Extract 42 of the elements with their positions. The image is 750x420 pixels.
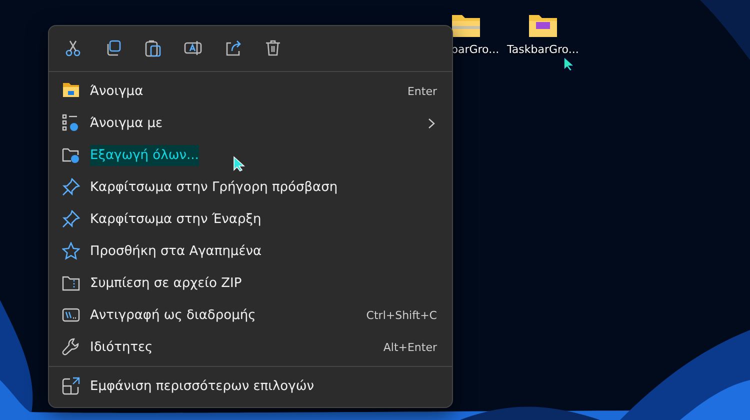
clipboard-icon <box>144 39 162 57</box>
item-label: Καρφίτσωμα στην Έναρξη <box>90 210 262 228</box>
menu-item[interactable]: Αντιγραφή ως διαδρομής Ctrl+Shift+C <box>49 299 452 331</box>
wrench-icon <box>62 338 80 356</box>
star-icon <box>62 242 80 260</box>
file-name: TaskbarGro... <box>507 43 579 56</box>
item-label: Άνοιγμα με <box>90 114 163 132</box>
menu-item[interactable]: Καρφίτσωμα στην Έναρξη <box>49 203 452 235</box>
item-label: Αντιγραφή ως διαδρομής <box>90 306 256 324</box>
trash-icon <box>264 39 282 57</box>
item-label: Καρφίτσωμα στην Γρήγορη πρόσβαση <box>90 178 338 196</box>
pin-icon <box>62 178 80 196</box>
menu-item[interactable]: Ιδιότητες Alt+Enter <box>49 331 452 363</box>
menu-item[interactable]: Εξαγωγή όλων... <box>49 139 452 171</box>
item-label: Εμφάνιση περισσότερων επιλογών <box>90 378 314 396</box>
folder-icon <box>62 82 80 98</box>
zip-folder-icon <box>62 274 80 292</box>
item-label: Άνοιγμα <box>90 82 144 100</box>
item-label: Εξαγωγή όλων... <box>90 144 199 166</box>
menu-item[interactable]: Εμφάνιση περισσότερων επιλογών <box>49 370 452 402</box>
item-label: Προσθήκη στα Αγαπημένα <box>90 242 262 260</box>
share-icon <box>224 39 242 57</box>
pin-icon <box>62 210 80 228</box>
expand-icon <box>62 377 80 395</box>
scissors-icon <box>64 39 82 57</box>
rename-icon <box>184 39 202 57</box>
menu-item[interactable]: Άνοιγμα Enter <box>49 75 452 107</box>
menu-item[interactable]: Καρφίτσωμα στην Γρήγορη πρόσβαση <box>49 171 452 203</box>
shortcut-text: Ctrl+Shift+C <box>366 308 437 322</box>
pointer-icon <box>563 56 575 72</box>
list-icon <box>62 114 80 132</box>
chevron-icon <box>428 118 435 128</box>
menu-item[interactable]: Προσθήκη στα Αγαπημένα <box>49 235 452 267</box>
item-label: Συμπίεση σε αρχείο ZIP <box>90 274 242 292</box>
item-label: Ιδιότητες <box>90 338 153 356</box>
menu-item[interactable]: Άνοιγμα με <box>49 107 452 139</box>
menu-item[interactable]: Συμπίεση σε αρχείο ZIP <box>49 267 452 299</box>
zip-folder-icon[interactable] <box>451 12 481 38</box>
shortcut-text: Enter <box>407 84 437 98</box>
path-icon <box>62 306 80 324</box>
shortcut-text: Alt+Enter <box>383 340 437 354</box>
pointer-icon <box>233 156 245 172</box>
